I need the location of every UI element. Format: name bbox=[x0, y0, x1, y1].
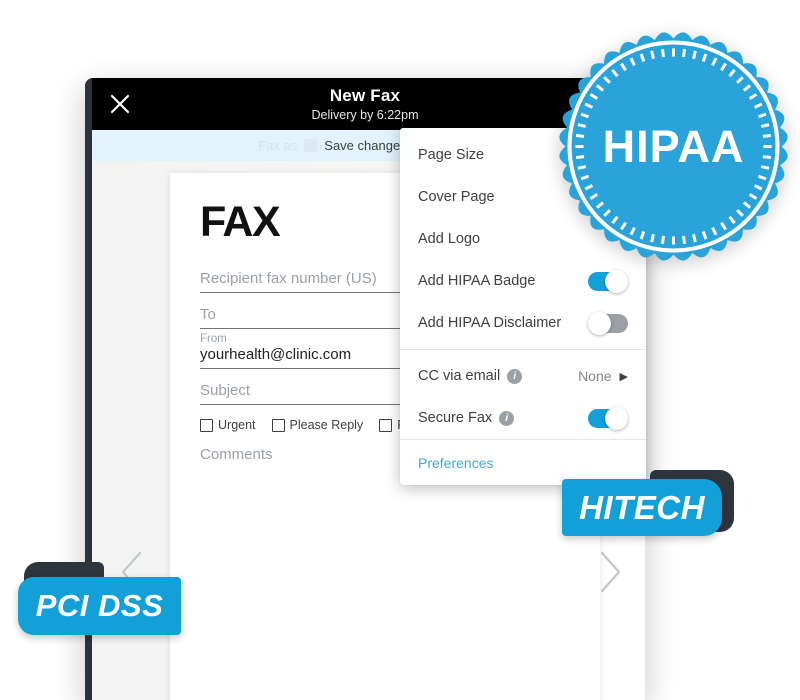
menu-item-secure-fax[interactable]: Secure Fax i bbox=[400, 397, 646, 439]
menu-item-label: Add HIPAA Badge bbox=[418, 273, 536, 289]
toggle-knob bbox=[605, 269, 628, 293]
title-block: New Fax Delivery by 6:22pm bbox=[312, 86, 419, 122]
hitech-ribbon-text: HITECH bbox=[579, 488, 705, 526]
hitech-ribbon: HITECH bbox=[550, 468, 735, 550]
ribbon-plate: HITECH bbox=[562, 479, 722, 536]
menu-item-label: CC via email bbox=[418, 368, 501, 384]
checkbox-please-reply[interactable]: Please Reply bbox=[271, 418, 364, 432]
menu-divider bbox=[400, 349, 646, 350]
toggle-secure-fax[interactable] bbox=[588, 406, 628, 430]
hipaa-seal-icon: HIPAA bbox=[559, 32, 788, 261]
checkbox-label: Urgent bbox=[218, 418, 256, 432]
submenu-arrow-icon: ▶ bbox=[619, 370, 628, 383]
info-icon[interactable]: i bbox=[507, 368, 523, 384]
checkbox-urgent[interactable]: Urgent bbox=[200, 418, 256, 432]
menu-item-label: Page Size bbox=[418, 147, 485, 163]
delivery-time: Delivery by 6:22pm bbox=[311, 107, 419, 122]
chevron-right-icon[interactable] bbox=[593, 549, 627, 595]
hipaa-badge-text: HIPAA bbox=[603, 121, 745, 172]
menu-item-label: Cover Page bbox=[418, 189, 495, 205]
info-icon[interactable]: i bbox=[499, 410, 515, 426]
toggle-knob bbox=[588, 311, 611, 335]
screenshot-root: New Fax Delivery by 6:22pm Fax as Save c… bbox=[0, 0, 800, 700]
preferences-label: Preferences bbox=[418, 454, 494, 471]
menu-item-label: Add HIPAA Disclaimer bbox=[418, 315, 562, 331]
checkbox-label: Please Reply bbox=[289, 418, 364, 432]
ribbon-plate: PCI DSS bbox=[18, 577, 181, 635]
notice-chip-icon bbox=[304, 139, 318, 152]
notice-faded-prefix: Fax as bbox=[258, 138, 298, 153]
checkbox-box-icon[interactable] bbox=[200, 418, 213, 432]
hipaa-seal-badge: HIPAA bbox=[552, 25, 795, 268]
menu-item-label: Add Logo bbox=[418, 231, 481, 247]
toggle-add-hipaa-badge[interactable] bbox=[588, 269, 628, 293]
pci-dss-ribbon: PCI DSS bbox=[14, 558, 189, 646]
page-title: New Fax bbox=[329, 86, 401, 106]
menu-item-add-hipaa-disclaimer[interactable]: Add HIPAA Disclaimer bbox=[400, 302, 646, 344]
close-icon[interactable] bbox=[107, 91, 133, 117]
menu-item-label: Secure Fax bbox=[418, 410, 493, 426]
toggle-knob bbox=[605, 406, 628, 430]
checkbox-box-icon[interactable] bbox=[379, 418, 393, 432]
checkbox-box-icon[interactable] bbox=[271, 418, 285, 432]
toggle-add-hipaa-disclaimer[interactable] bbox=[588, 311, 628, 335]
menu-item-cc-via-email[interactable]: CC via email i None ▶ bbox=[400, 355, 646, 397]
pci-dss-ribbon-text: PCI DSS bbox=[35, 588, 164, 623]
cc-via-email-value: None bbox=[578, 368, 612, 384]
